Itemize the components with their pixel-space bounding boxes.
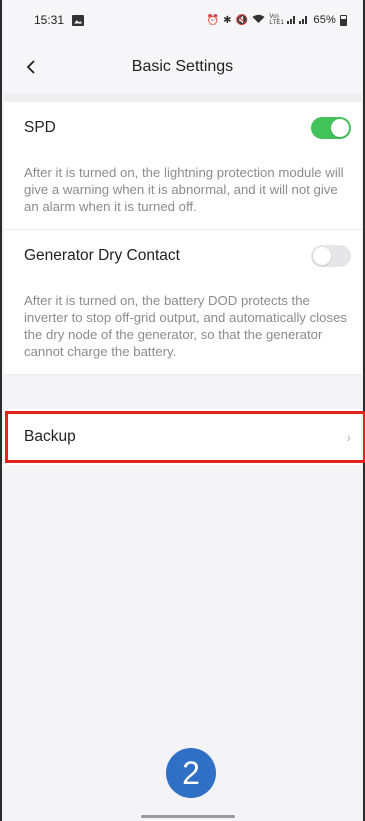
phone-frame: 15:31 ⏰ ✱ 🔇 Vo) LTE1 65% Basic Settings … <box>0 0 365 821</box>
generator-dry-contact-label: Generator Dry Contact <box>24 246 180 264</box>
step-number-badge: 2 <box>166 748 216 798</box>
chevron-left-icon <box>26 60 35 74</box>
status-bar: 15:31 ⏰ ✱ 🔇 Vo) LTE1 65% <box>4 0 361 40</box>
lte-icon: Vo) LTE1 <box>269 14 285 26</box>
status-right: ⏰ ✱ 🔇 Vo) LTE1 65% <box>206 14 347 27</box>
page-title: Basic Settings <box>131 58 234 75</box>
home-indicator[interactable] <box>141 815 235 818</box>
backup-label: Backup <box>24 428 76 445</box>
alarm-icon: ⏰ <box>206 14 220 26</box>
status-time: 15:31 <box>34 13 65 27</box>
status-left: 15:31 <box>34 13 85 27</box>
header-bar: Basic Settings <box>4 40 361 94</box>
toggle-knob <box>313 246 331 265</box>
wifi-icon <box>252 14 265 27</box>
battery-percent: 65% <box>313 14 336 26</box>
bluetooth-icon: ✱ <box>223 14 232 26</box>
generator-dry-contact-toggle[interactable] <box>311 244 351 267</box>
chevron-right-icon: › <box>346 429 351 445</box>
backup-row[interactable]: Backup › <box>4 409 361 465</box>
mute-icon: 🔇 <box>235 14 249 26</box>
signal-icon <box>287 14 309 27</box>
toggle-knob <box>331 118 349 137</box>
generator-dry-contact-row: Generator Dry Contact <box>4 230 361 281</box>
spd-row: SPD <box>4 102 361 153</box>
settings-panel: SPD After it is turned on, the lightning… <box>4 102 361 375</box>
spd-description: After it is turned on, the lightning pro… <box>4 153 361 230</box>
spd-label: SPD <box>24 118 56 136</box>
section-spacer <box>4 94 361 102</box>
back-button[interactable] <box>18 54 44 80</box>
gallery-notification-icon <box>72 14 85 26</box>
spd-toggle[interactable] <box>311 116 351 139</box>
generator-dry-contact-description: After it is turned on, the battery DOD p… <box>4 281 361 375</box>
battery-icon <box>340 14 347 26</box>
